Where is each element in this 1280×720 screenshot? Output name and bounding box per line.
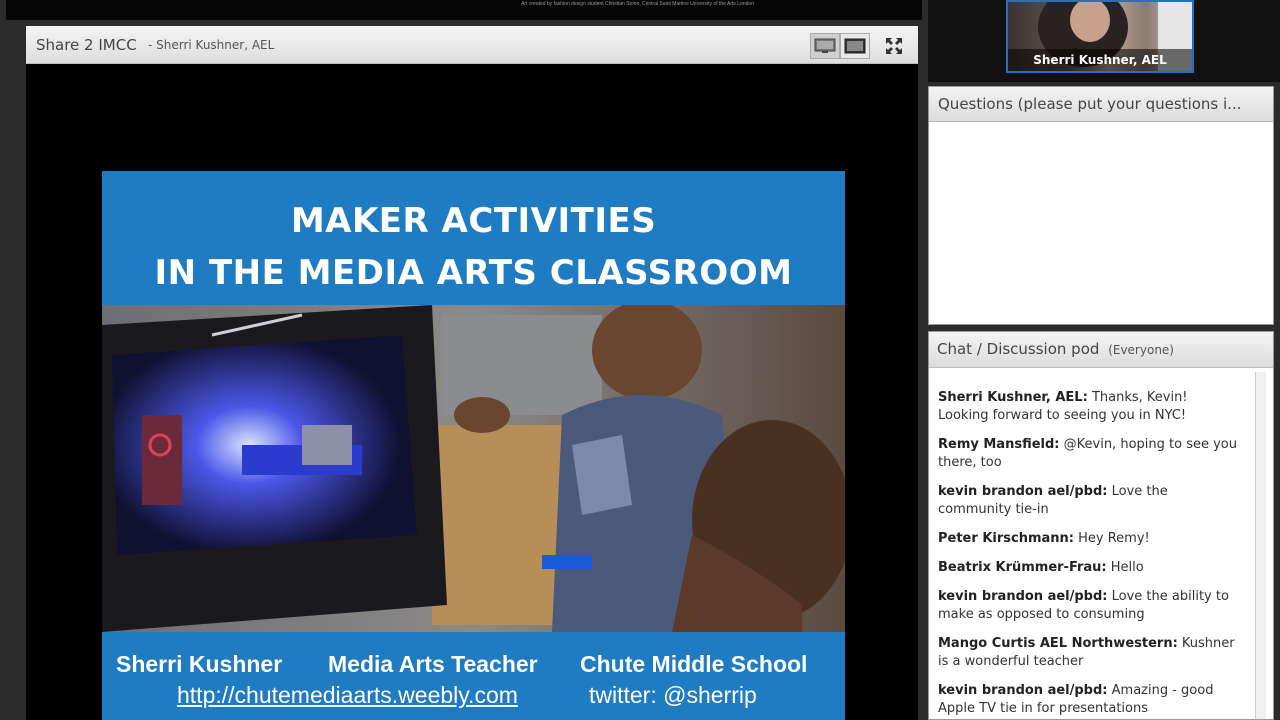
chat-message: Sherri Kushner, AEL: Thanks, Kevin! Look… (938, 389, 1238, 425)
slide-title-line-2: IN THE MEDIA ARTS CLASSROOM (154, 253, 793, 293)
chat-message: kevin brandon ael/pbd: Love the ability … (938, 588, 1238, 624)
chat-sender: kevin brandon ael/pbd: (938, 484, 1108, 499)
chat-message-list: Sherri Kushner, AEL: Thanks, Kevin! Look… (938, 389, 1238, 719)
top-banner-strip: Art created by fashion design student Ch… (6, 0, 922, 20)
chat-sender: kevin brandon ael/pbd: (938, 683, 1108, 698)
slide-footer-links: http://chutemediaarts.weebly.com twitter… (102, 682, 845, 712)
slide-title-line-1: MAKER ACTIVITIES (290, 201, 657, 241)
chat-sender: Mango Curtis AEL Northwestern: (938, 636, 1178, 651)
chat-sender: Peter Kirschmann: (938, 531, 1074, 546)
questions-pod-title: Questions (please put your questions i..… (929, 87, 1273, 122)
chat-text: Hey Remy! (1078, 531, 1150, 546)
slide-website-link[interactable]: http://chutemediaarts.weebly.com (177, 682, 518, 709)
chat-pod-title: Chat / Discussion pod (937, 340, 1100, 358)
view-mode-buttons (810, 33, 870, 59)
slide-footer-credits: Sherri Kushner Media Arts Teacher Chute … (102, 651, 845, 681)
chat-text: Hello (1110, 560, 1144, 575)
fullscreen-button[interactable] (882, 34, 906, 58)
chat-sender: kevin brandon ael/pbd: (938, 589, 1108, 604)
chat-message: Remy Mansfield: @Kevin, hoping to see yo… (938, 436, 1238, 472)
actual-size-view-button[interactable] (840, 33, 870, 59)
slide-twitter-handle: twitter: @sherrip (589, 682, 757, 708)
chat-sender: Sherri Kushner, AEL: (938, 390, 1088, 405)
slide-footer-role: Media Arts Teacher (328, 651, 538, 677)
questions-pod: Questions (please put your questions i..… (928, 86, 1274, 325)
share-pod-presenter: - Sherri Kushner, AEL (148, 38, 275, 52)
chat-message: Peter Kirschmann: Hey Remy! (938, 530, 1238, 548)
presenter-video-name: Sherri Kushner, AEL (1008, 49, 1192, 71)
fit-width-view-button[interactable] (810, 33, 840, 59)
share-pod: Share 2 IMCC - Sherri Kushner, AEL MAKER… (26, 26, 918, 720)
shared-slide: MAKER ACTIVITIES IN THE MEDIA ARTS CLASS… (102, 171, 845, 720)
chat-message: Mango Curtis AEL Northwestern: Kushner i… (938, 635, 1238, 671)
presenter-video[interactable]: Sherri Kushner, AEL (1006, 0, 1194, 73)
chat-sender: Remy Mansfield: (938, 437, 1060, 452)
filmstrip-view-icon (844, 38, 866, 54)
fullscreen-icon (886, 38, 902, 54)
slide-title: MAKER ACTIVITIES IN THE MEDIA ARTS CLASS… (102, 195, 845, 299)
chat-scrollbar[interactable] (1255, 372, 1266, 719)
slide-footer-school: Chute Middle School (580, 651, 808, 677)
chat-sender: Beatrix Krümmer-Frau: (938, 560, 1107, 575)
camera-voice-pod: Sherri Kushner, AEL (928, 0, 1280, 82)
slide-photo-3d-printer (102, 300, 845, 632)
art-credit-text: Art created by fashion design student Ch… (521, 1, 754, 7)
chat-message: kevin brandon ael/pbd: Love the communit… (938, 483, 1238, 519)
share-pod-title: Share 2 IMCC (36, 36, 137, 54)
chat-message: kevin brandon ael/pbd: Amazing - good Ap… (938, 682, 1238, 718)
chat-pod: Chat / Discussion pod (Everyone) Sherri … (928, 331, 1274, 720)
chat-pod-header: Chat / Discussion pod (Everyone) (929, 332, 1273, 368)
webcam-view-icon (814, 38, 836, 53)
chat-audience-label[interactable]: (Everyone) (1108, 343, 1174, 357)
chat-message: Beatrix Krümmer-Frau: Hello (938, 559, 1238, 577)
slide-footer-name: Sherri Kushner (116, 651, 283, 677)
share-pod-header: Share 2 IMCC - Sherri Kushner, AEL (26, 26, 918, 64)
photo-illustration (102, 300, 845, 632)
